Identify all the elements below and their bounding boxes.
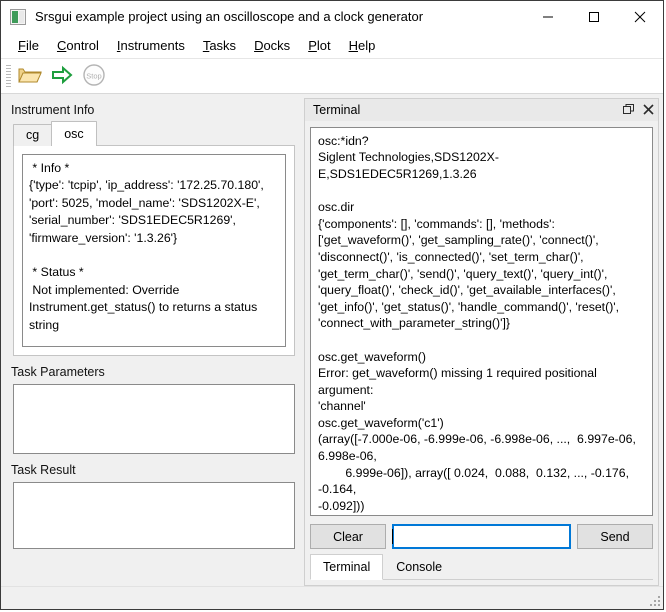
status-bar bbox=[1, 586, 663, 609]
green-arrow-run-icon bbox=[51, 65, 73, 88]
menu-plot-label: lot bbox=[316, 37, 331, 53]
stop-icon: Stop bbox=[82, 63, 106, 90]
menu-control-mnemonic: C bbox=[56, 37, 67, 53]
menu-control[interactable]: Control bbox=[48, 35, 108, 56]
menu-file-label: ile bbox=[25, 37, 39, 53]
window-title: Srsgui example project using an oscillos… bbox=[35, 9, 424, 24]
instrument-tab-bar: cg osc bbox=[1, 121, 303, 146]
stop-task-button: Stop bbox=[79, 62, 109, 90]
menu-instruments[interactable]: Instruments bbox=[108, 35, 194, 56]
main-content: Instrument Info cg osc * Info * {'type':… bbox=[1, 94, 663, 586]
menu-tasks-label: asks bbox=[209, 37, 237, 53]
menu-docks-label: ocks bbox=[263, 37, 291, 53]
run-task-button[interactable] bbox=[47, 62, 77, 90]
close-icon[interactable] bbox=[638, 99, 658, 120]
menu-tasks[interactable]: Tasks bbox=[194, 35, 245, 56]
close-button[interactable] bbox=[617, 1, 663, 32]
tab-terminal-label: Terminal bbox=[323, 560, 371, 574]
menu-help-mnemonic: H bbox=[348, 37, 358, 53]
toolbar: Stop bbox=[1, 59, 663, 94]
tab-cg[interactable]: cg bbox=[13, 124, 53, 146]
minimize-button[interactable] bbox=[525, 1, 571, 32]
tab-console-label: Console bbox=[396, 560, 443, 574]
svg-text:Stop: Stop bbox=[86, 71, 101, 80]
menu-plot[interactable]: Plot bbox=[299, 35, 339, 56]
task-result-box[interactable] bbox=[13, 482, 295, 549]
app-icon bbox=[10, 8, 26, 25]
menu-help-label: elp bbox=[357, 37, 376, 53]
resize-grip-icon[interactable] bbox=[648, 594, 660, 606]
open-config-button[interactable] bbox=[15, 62, 45, 90]
task-parameters-label: Task Parameters bbox=[11, 365, 105, 379]
title-bar: Srsgui example project using an oscillos… bbox=[1, 1, 663, 32]
tab-terminal[interactable]: Terminal bbox=[310, 554, 384, 580]
terminal-dock-title: Terminal bbox=[313, 102, 361, 117]
float-undock-icon[interactable] bbox=[618, 99, 638, 120]
terminal-output[interactable]: osc:*idn? Siglent Technologies,SDS1202X-… bbox=[310, 126, 653, 516]
menu-plot-mnemonic: P bbox=[308, 37, 317, 53]
tab-cg-label: cg bbox=[26, 128, 40, 142]
left-pane: Instrument Info cg osc * Info * {'type':… bbox=[1, 94, 303, 586]
menu-docks[interactable]: Docks bbox=[245, 35, 299, 56]
terminal-dock: Terminal osc:*idn? Siglent Technologies,… bbox=[303, 94, 663, 586]
maximize-button[interactable] bbox=[571, 1, 617, 32]
task-result-label: Task Result bbox=[11, 463, 76, 477]
menu-control-label: ontrol bbox=[66, 37, 99, 53]
instrument-info-text: * Info * {'type': 'tcpip', 'ip_address':… bbox=[22, 154, 286, 347]
main-window: Srsgui example project using an oscillos… bbox=[0, 0, 664, 610]
tab-console[interactable]: Console bbox=[383, 555, 456, 579]
window-controls bbox=[525, 1, 663, 32]
tab-osc[interactable]: osc bbox=[51, 121, 97, 146]
menu-help[interactable]: Help bbox=[340, 35, 385, 56]
text-cursor bbox=[392, 529, 393, 544]
terminal-controls: Clear Send bbox=[310, 522, 653, 551]
toolbar-drag-handle[interactable] bbox=[6, 65, 11, 87]
terminal-command-input[interactable] bbox=[392, 524, 571, 549]
folder-open-icon bbox=[18, 64, 42, 89]
terminal-dock-body: osc:*idn? Siglent Technologies,SDS1202X-… bbox=[304, 120, 659, 586]
terminal-input-wrapper bbox=[386, 524, 577, 549]
menu-file[interactable]: File bbox=[9, 35, 48, 56]
instrument-info-label: Instrument Info bbox=[11, 103, 95, 117]
task-parameters-box[interactable] bbox=[13, 384, 295, 454]
send-button[interactable]: Send bbox=[577, 524, 653, 549]
menu-instruments-label: nstruments bbox=[120, 37, 185, 53]
menu-file-mnemonic: F bbox=[18, 37, 26, 53]
terminal-bottom-tab-bar: Terminal Console bbox=[310, 554, 653, 580]
tab-osc-label: osc bbox=[64, 127, 84, 141]
instrument-info-panel: * Info * {'type': 'tcpip', 'ip_address':… bbox=[13, 145, 295, 356]
menu-bar: File Control Instruments Tasks Docks Plo… bbox=[1, 32, 663, 59]
clear-button[interactable]: Clear bbox=[310, 524, 386, 549]
terminal-dock-titlebar: Terminal bbox=[304, 98, 659, 121]
